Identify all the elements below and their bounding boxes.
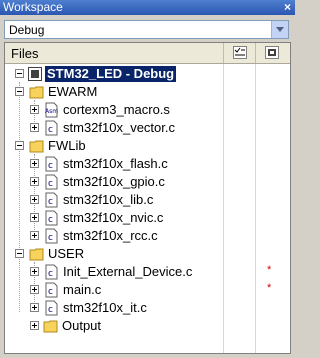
svg-text:c: c: [48, 125, 53, 135]
collapse-icon[interactable]: [15, 87, 24, 96]
svg-text:c: c: [48, 287, 53, 297]
checklist-icon: [233, 46, 247, 59]
collapse-icon[interactable]: [15, 249, 24, 258]
expand-icon[interactable]: [30, 231, 39, 240]
expand-icon[interactable]: [30, 177, 39, 186]
build-files-icon: [265, 46, 279, 59]
project-row[interactable]: STM32_LED - Debug ✔: [5, 65, 290, 83]
workspace-titlebar: Workspace ×: [0, 0, 295, 15]
options-column-header[interactable]: [223, 43, 255, 63]
file-label: main.c: [63, 282, 102, 297]
file-row[interactable]: c stm32f10x_it.c: [5, 299, 290, 317]
configuration-select[interactable]: Debug: [4, 20, 289, 39]
c-file-icon: c: [45, 192, 58, 208]
window-title: Workspace: [3, 0, 63, 14]
expand-icon[interactable]: [30, 267, 39, 276]
c-file-icon: c: [45, 228, 58, 244]
asm-badge: Asm: [45, 108, 58, 115]
files-column-header[interactable]: Files: [11, 46, 38, 61]
project-name: STM32_LED - Debug: [45, 66, 177, 82]
group-label: FWLib: [48, 138, 86, 153]
file-row[interactable]: c Init_External_Device.c *: [5, 263, 290, 281]
expand-icon[interactable]: [30, 123, 39, 132]
file-label: stm32f10x_it.c: [63, 300, 147, 315]
file-label: Init_External_Device.c: [63, 264, 193, 279]
expand-icon[interactable]: [30, 285, 39, 294]
group-label: USER: [48, 246, 85, 261]
file-row[interactable]: c stm32f10x_gpio.c: [5, 173, 290, 191]
file-row[interactable]: Asm cortexm3_macro.s: [5, 101, 290, 119]
c-file-icon: c: [45, 156, 58, 172]
chevron-down-icon[interactable]: [271, 21, 288, 38]
svg-text:c: c: [48, 197, 53, 207]
folder-icon: [29, 248, 44, 261]
file-label: stm32f10x_gpio.c: [63, 174, 165, 189]
build-column-header[interactable]: [255, 43, 290, 63]
file-label: stm32f10x_vector.c: [63, 120, 175, 135]
file-label: stm32f10x_flash.c: [63, 156, 168, 171]
c-file-icon: c: [45, 120, 58, 136]
collapse-icon[interactable]: [15, 69, 24, 78]
svg-text:c: c: [48, 269, 53, 279]
file-row[interactable]: c stm32f10x_nvic.c: [5, 209, 290, 227]
file-row[interactable]: c main.c *: [5, 281, 290, 299]
configuration-value: Debug: [9, 23, 45, 37]
file-label: stm32f10x_rcc.c: [63, 228, 158, 243]
c-file-icon: c: [45, 210, 58, 226]
expand-icon[interactable]: [30, 213, 39, 222]
folder-icon: [43, 320, 58, 333]
asm-file-icon: Asm: [45, 102, 58, 118]
group-row-output[interactable]: Output: [5, 317, 290, 335]
expand-icon[interactable]: [30, 303, 39, 312]
group-row-ewarm[interactable]: EWARM: [5, 83, 290, 101]
group-row-user[interactable]: USER: [5, 245, 290, 263]
svg-text:c: c: [48, 305, 53, 315]
file-label: cortexm3_macro.s: [63, 102, 170, 117]
svg-text:c: c: [48, 215, 53, 225]
svg-text:c: c: [48, 233, 53, 243]
group-label: Output: [62, 318, 102, 333]
file-label: stm32f10x_nvic.c: [63, 210, 164, 225]
folder-icon: [29, 86, 44, 99]
file-row[interactable]: c stm32f10x_flash.c: [5, 155, 290, 173]
files-header: Files: [5, 43, 290, 64]
project-icon: [28, 67, 42, 81]
group-row-fwlib[interactable]: FWLib: [5, 137, 290, 155]
expand-icon[interactable]: [30, 105, 39, 114]
modified-marker: *: [267, 282, 272, 294]
folder-icon: [29, 140, 44, 153]
file-row[interactable]: c stm32f10x_rcc.c: [5, 227, 290, 245]
c-file-icon: c: [45, 264, 58, 280]
collapse-icon[interactable]: [15, 141, 24, 150]
expand-icon[interactable]: [30, 195, 39, 204]
expand-icon[interactable]: [30, 321, 39, 330]
svg-text:c: c: [48, 161, 53, 171]
file-row[interactable]: c stm32f10x_vector.c: [5, 119, 290, 137]
close-icon[interactable]: ×: [284, 0, 291, 15]
c-file-icon: c: [45, 282, 58, 298]
modified-marker: *: [267, 264, 272, 276]
files-panel: Files STM32_LED - Debug ✔ EWARM Asm cort…: [4, 42, 291, 354]
group-label: EWARM: [48, 84, 98, 99]
expand-icon[interactable]: [30, 159, 39, 168]
c-file-icon: c: [45, 174, 58, 190]
file-label: stm32f10x_lib.c: [63, 192, 154, 207]
svg-text:c: c: [48, 179, 53, 189]
checkmark-icon: ✔: [231, 65, 242, 80]
c-file-icon: c: [45, 300, 58, 316]
file-row[interactable]: c stm32f10x_lib.c: [5, 191, 290, 209]
